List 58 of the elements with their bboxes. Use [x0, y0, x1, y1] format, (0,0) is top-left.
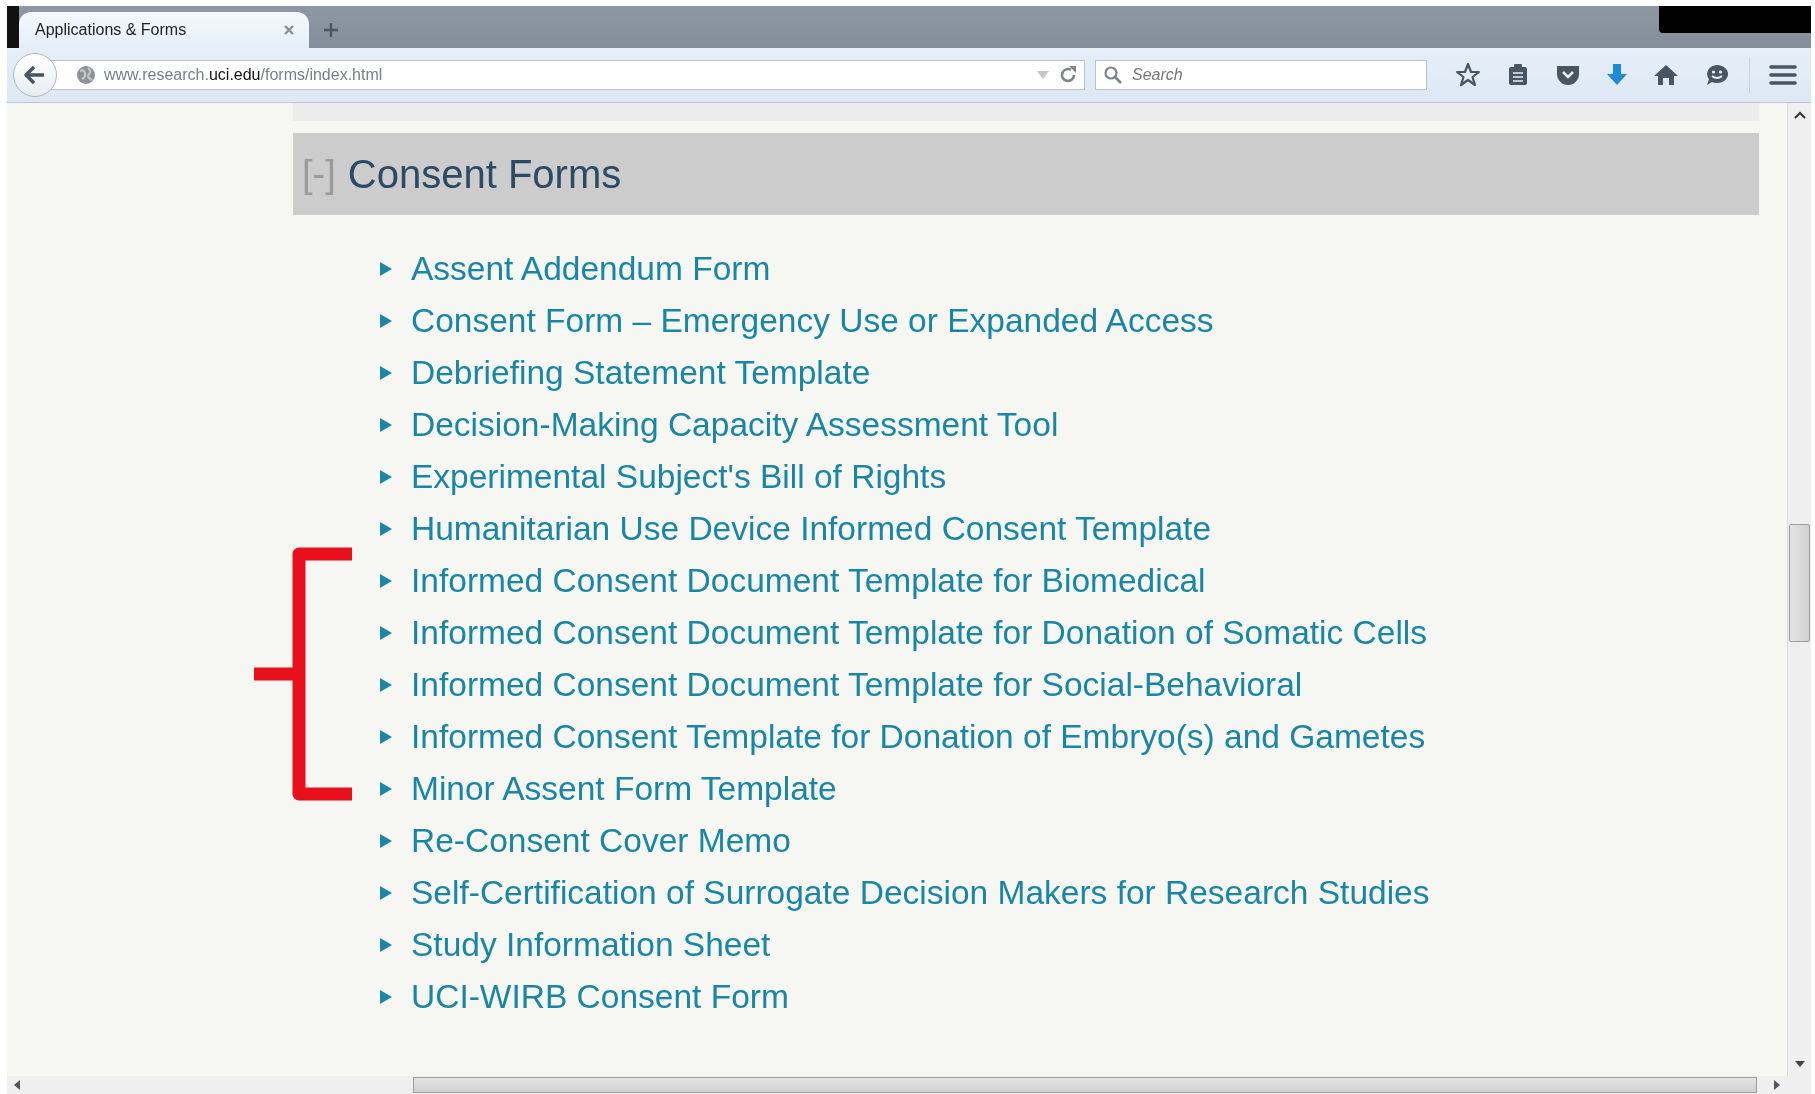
triangle-bullet-icon: [379, 573, 393, 589]
horizontal-scrollbar[interactable]: [7, 1076, 1811, 1094]
vertical-scrollbar[interactable]: [1787, 103, 1811, 1076]
search-icon: [1103, 65, 1123, 85]
menu-icon[interactable]: [1769, 64, 1797, 86]
form-link[interactable]: Assent Addendum Form: [411, 250, 771, 288]
url-text: www.research.uci.edu/forms/index.html: [104, 66, 383, 84]
back-button[interactable]: [13, 53, 57, 97]
triangle-bullet-icon: [379, 313, 393, 329]
plus-icon[interactable]: [323, 22, 339, 38]
clipboard-icon[interactable]: [1506, 63, 1530, 87]
section-title: Consent Forms: [347, 151, 622, 197]
form-link[interactable]: Re-Consent Cover Memo: [411, 822, 791, 860]
browser-tab[interactable]: Applications & Forms: [19, 12, 309, 48]
scroll-up-icon[interactable]: [1793, 111, 1806, 119]
download-icon[interactable]: [1606, 63, 1628, 87]
triangle-bullet-icon: [379, 989, 393, 1005]
reload-icon[interactable]: [1058, 65, 1078, 85]
form-link[interactable]: UCI-WIRB Consent Form: [411, 978, 789, 1016]
scrollbar-thumb[interactable]: [1789, 524, 1810, 642]
triangle-bullet-icon: [379, 677, 393, 693]
triangle-bullet-icon: [379, 937, 393, 953]
form-link[interactable]: Informed Consent Document Template for Biomedical: [411, 562, 1206, 600]
form-link[interactable]: Humanitarian Use Device Informed Consent Template: [411, 510, 1212, 548]
tab-title: Applications & Forms: [35, 21, 188, 39]
scroll-right-icon[interactable]: [1773, 1079, 1781, 1091]
form-link[interactable]: Decision-Making Capacity Assessment Tool: [411, 406, 1059, 444]
form-link[interactable]: Debriefing Statement Template: [411, 354, 871, 392]
form-link[interactable]: Study Information Sheet: [411, 926, 771, 964]
scroll-down-icon[interactable]: [1793, 1060, 1806, 1068]
form-link[interactable]: Minor Assent Form Template: [411, 770, 837, 808]
triangle-bullet-icon: [379, 625, 393, 641]
triangle-bullet-icon: [379, 261, 393, 277]
scroll-left-icon[interactable]: [13, 1079, 21, 1091]
section-header[interactable]: [-] Consent Forms: [293, 133, 1759, 215]
form-link[interactable]: Informed Consent Document Template for Social-Behavioral: [411, 666, 1303, 704]
triangle-bullet-icon: [379, 365, 393, 381]
form-link[interactable]: Consent Form – Emergency Use or Expanded Access: [411, 302, 1214, 340]
scrollbar-thumb[interactable]: [413, 1077, 1757, 1093]
pocket-icon[interactable]: [1555, 63, 1581, 87]
form-link[interactable]: Self-Certification of Surrogate Decision Makers for Research Studies: [411, 874, 1430, 912]
globe-icon: [76, 65, 96, 85]
close-icon[interactable]: [283, 24, 295, 36]
triangle-bullet-icon: [379, 781, 393, 797]
triangle-bullet-icon: [379, 729, 393, 745]
triangle-bullet-icon: [379, 833, 393, 849]
triangle-bullet-icon: [379, 885, 393, 901]
chat-icon[interactable]: [1704, 63, 1730, 87]
home-icon[interactable]: [1653, 63, 1679, 87]
triangle-bullet-icon: [379, 469, 393, 485]
star-icon[interactable]: [1455, 62, 1481, 88]
form-link[interactable]: Experimental Subject's Bill of Rights: [411, 458, 947, 496]
form-link[interactable]: Informed Consent Document Template for Donation of Somatic Cells: [411, 614, 1428, 652]
triangle-bullet-icon: [379, 521, 393, 537]
form-link[interactable]: Informed Consent Template for Donation of Embryo(s) and Gametes: [411, 718, 1426, 756]
search-field[interactable]: Search: [1095, 60, 1427, 90]
triangle-bullet-icon: [379, 417, 393, 433]
back-arrow-icon[interactable]: [24, 65, 46, 85]
